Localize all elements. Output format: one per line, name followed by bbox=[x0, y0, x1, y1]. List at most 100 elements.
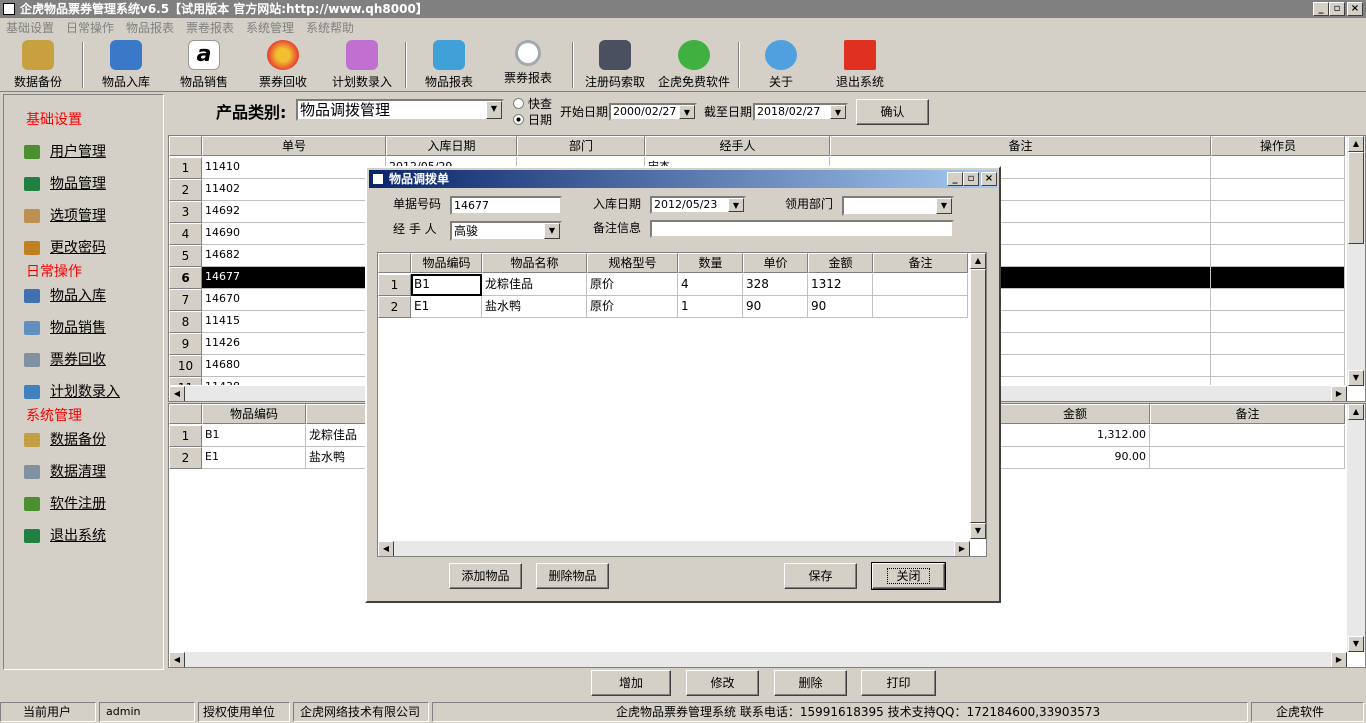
scroll-up-icon[interactable]: ▲ bbox=[970, 253, 986, 269]
toolbar-free-software-button[interactable]: 企虎免费软件 bbox=[654, 40, 734, 90]
cell-qty[interactable]: 1 bbox=[678, 296, 743, 318]
scroll-up-icon[interactable]: ▲ bbox=[1348, 136, 1364, 152]
toolbar-ticket-report-button[interactable]: 票券报表 bbox=[488, 40, 568, 90]
scroll-down-icon[interactable]: ▼ bbox=[1348, 636, 1364, 652]
scroll-right-icon[interactable]: ▶ bbox=[954, 541, 970, 556]
save-button[interactable]: 保存 bbox=[784, 563, 857, 589]
toolbar-about-button[interactable]: 关于 bbox=[741, 40, 821, 90]
print-button[interactable]: 打印 bbox=[861, 670, 936, 696]
cell-qty[interactable]: 4 bbox=[678, 274, 743, 296]
toolbar-register-button[interactable]: 注册码索取 bbox=[575, 40, 655, 90]
menu-item-reports[interactable]: 物品报表 bbox=[126, 18, 174, 38]
scroll-left-icon[interactable]: ◀ bbox=[169, 386, 185, 401]
maximize-button[interactable]: ▫ bbox=[1329, 2, 1345, 16]
nav-item-ticket-recycle[interactable]: 票券回收 bbox=[24, 349, 106, 369]
main-vscrollbar[interactable]: ▲ ▼ bbox=[1347, 136, 1365, 386]
radio-date[interactable]: 日期 bbox=[513, 111, 552, 128]
nav-item-backup[interactable]: 数据备份 bbox=[24, 429, 106, 449]
dlg-col-amount[interactable]: 金额 bbox=[808, 253, 873, 273]
edit-button[interactable]: 修改 bbox=[686, 670, 759, 696]
nav-item-plan-entry[interactable]: 计划数录入 bbox=[24, 381, 120, 401]
dialog-vscrollbar[interactable]: ▲ ▼ bbox=[970, 253, 986, 539]
handler-select[interactable]: 高骏 ▼ bbox=[450, 221, 562, 241]
detail-vscrollbar[interactable]: ▲ ▼ bbox=[1347, 404, 1365, 652]
add-button[interactable]: 增加 bbox=[591, 670, 671, 696]
cell-amount[interactable]: 1312 bbox=[808, 274, 873, 296]
cell-note[interactable] bbox=[873, 274, 968, 296]
cell-price[interactable]: 328 bbox=[743, 274, 808, 296]
nav-item-stock-in[interactable]: 物品入库 bbox=[24, 285, 106, 305]
col-header-operator[interactable]: 操作员 bbox=[1211, 136, 1345, 156]
nav-item-change-password[interactable]: 更改密码 bbox=[24, 237, 106, 257]
scroll-down-icon[interactable]: ▼ bbox=[1348, 370, 1364, 386]
scroll-down-icon[interactable]: ▼ bbox=[970, 523, 986, 539]
cell-amount[interactable]: 90 bbox=[808, 296, 873, 318]
close-dialog-button[interactable]: 关闭 bbox=[871, 562, 946, 590]
nav-item-data-clean[interactable]: 数据清理 bbox=[24, 461, 106, 481]
dialog-minimize-button[interactable]: _ bbox=[947, 172, 963, 186]
add-item-button[interactable]: 添加物品 bbox=[449, 563, 522, 589]
end-date-picker[interactable]: 2018/02/27 ▼ bbox=[753, 103, 848, 121]
col-header-dept[interactable]: 部门 bbox=[517, 136, 645, 156]
nav-item-options-mgmt[interactable]: 选项管理 bbox=[24, 205, 106, 225]
nav-item-exit[interactable]: 退出系统 bbox=[24, 525, 106, 545]
scroll-right-icon[interactable]: ▶ bbox=[1331, 386, 1347, 401]
toolbar-plan-entry-button[interactable]: 计划数录入 bbox=[322, 40, 402, 90]
table-row[interactable]: 2 E1 盐水鸭 原价 1 90 90 bbox=[378, 296, 968, 318]
menu-system[interactable]: 系统管理 bbox=[246, 18, 294, 38]
scroll-right-icon[interactable]: ▶ bbox=[1331, 652, 1347, 667]
scroll-thumb[interactable] bbox=[970, 269, 986, 523]
scroll-left-icon[interactable]: ◀ bbox=[169, 652, 185, 667]
detail-hscrollbar[interactable]: ◀ ▶ bbox=[169, 652, 1347, 667]
minimize-button[interactable]: _ bbox=[1313, 2, 1329, 16]
col-header-date[interactable]: 入库日期 bbox=[386, 136, 517, 156]
nav-item-goods-mgmt[interactable]: 物品管理 bbox=[24, 173, 106, 193]
cell-spec[interactable]: 原价 bbox=[587, 274, 678, 296]
category-select[interactable]: 物品调拨管理 ▼ bbox=[296, 99, 504, 121]
start-date-picker[interactable]: 2000/02/27 ▼ bbox=[609, 103, 697, 121]
toolbar-backup-button[interactable]: 数据备份 bbox=[0, 40, 78, 90]
note-field[interactable] bbox=[650, 220, 954, 238]
scroll-left-icon[interactable]: ◀ bbox=[378, 541, 394, 556]
detail-col-code[interactable]: 物品编码 bbox=[202, 404, 306, 424]
dlg-col-spec[interactable]: 规格型号 bbox=[587, 253, 678, 273]
confirm-button[interactable]: 确认 bbox=[856, 99, 929, 125]
toolbar-ticket-recycle-button[interactable]: 票券回收 bbox=[243, 40, 323, 90]
detail-col-amount[interactable]: 金额 bbox=[1000, 404, 1150, 424]
toolbar-exit-button[interactable]: 退出系统 bbox=[820, 40, 900, 90]
dept-select[interactable]: ▼ bbox=[842, 196, 954, 216]
radio-quick[interactable]: 快查 bbox=[513, 95, 552, 112]
toolbar-item-report-button[interactable]: 物品报表 bbox=[409, 40, 489, 90]
dlg-col-name[interactable]: 物品名称 bbox=[482, 253, 587, 273]
cell-code[interactable]: B1 bbox=[411, 274, 482, 296]
nav-item-register[interactable]: 软件注册 bbox=[24, 493, 106, 513]
col-header-note[interactable]: 备注 bbox=[830, 136, 1211, 156]
scroll-up-icon[interactable]: ▲ bbox=[1348, 404, 1364, 420]
detail-col-note[interactable]: 备注 bbox=[1150, 404, 1345, 424]
close-button[interactable]: × bbox=[1347, 2, 1363, 16]
cell-spec[interactable]: 原价 bbox=[587, 296, 678, 318]
dlg-col-qty[interactable]: 数量 bbox=[678, 253, 743, 273]
nav-item-user-mgmt[interactable]: 用户管理 bbox=[24, 141, 106, 161]
cell-name[interactable]: 龙粽佳品 bbox=[482, 274, 587, 296]
delete-button[interactable]: 删除 bbox=[774, 670, 847, 696]
menu-help[interactable]: 系统帮助 bbox=[306, 18, 354, 38]
cell-price[interactable]: 90 bbox=[743, 296, 808, 318]
menu-ticket-reports[interactable]: 票卷报表 bbox=[186, 18, 234, 38]
dlg-col-note[interactable]: 备注 bbox=[873, 253, 968, 273]
cell-code[interactable]: E1 bbox=[411, 296, 482, 318]
toolbar-sales-button[interactable]: a 物品销售 bbox=[164, 40, 244, 90]
dlg-col-price[interactable]: 单价 bbox=[743, 253, 808, 273]
toolbar-stock-in-button[interactable]: 物品入库 bbox=[86, 40, 166, 90]
dialog-hscrollbar[interactable]: ◀ ▶ bbox=[378, 541, 970, 556]
scroll-thumb[interactable] bbox=[1348, 152, 1364, 244]
dialog-close-x-button[interactable]: × bbox=[981, 172, 997, 186]
delete-item-button[interactable]: 删除物品 bbox=[536, 563, 609, 589]
dialog-maximize-button[interactable]: ▫ bbox=[963, 172, 979, 186]
doc-number-field[interactable]: 14677 bbox=[450, 196, 562, 215]
cell-name[interactable]: 盐水鸭 bbox=[482, 296, 587, 318]
menu-basic-settings[interactable]: 基础设置 bbox=[6, 18, 54, 38]
cell-note[interactable] bbox=[873, 296, 968, 318]
menu-daily-ops[interactable]: 日常操作 bbox=[66, 18, 114, 38]
stock-date-picker[interactable]: 2012/05/23 ▼ bbox=[650, 196, 746, 214]
